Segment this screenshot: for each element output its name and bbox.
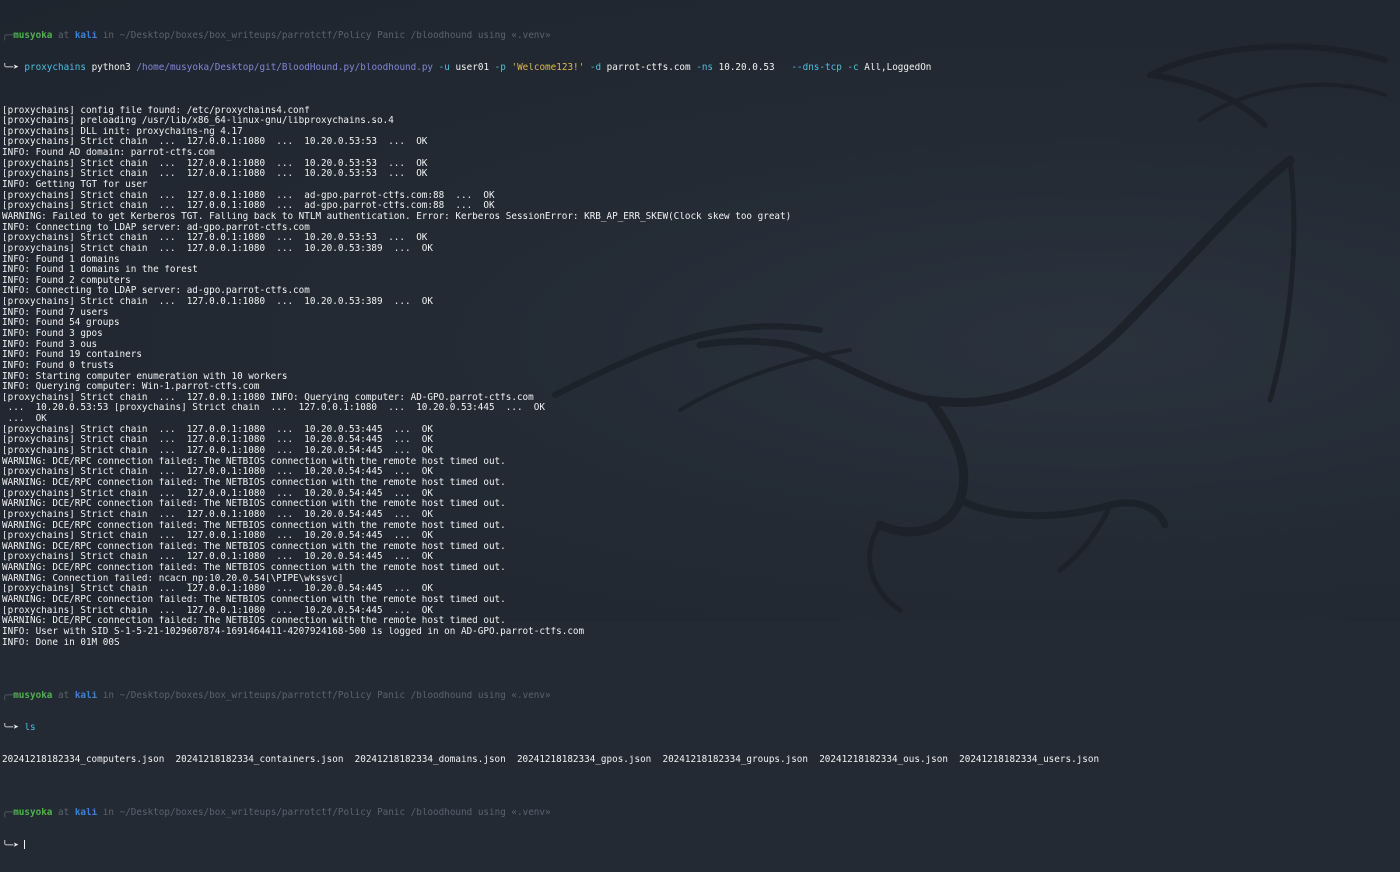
text-cursor [24,839,26,849]
output-line: [proxychains] Strict chain ... 127.0.0.1… [2,297,433,308]
output-line: INFO: Starting computer enumeration with… [2,371,288,382]
output-line: WARNING: DCE/RPC connection failed: The … [2,563,506,574]
output-line: WARNING: DCE/RPC connection failed: The … [2,477,506,488]
prompt-user: musyoka [13,30,53,41]
ls-output: 20241218182334_computers.json 2024121818… [2,754,1100,765]
output-line: INFO: Connecting to LDAP server: ad-gpo.… [2,286,310,297]
command-output: [proxychains] config file found: /etc/pr… [2,106,1398,649]
command-input-line[interactable]: ╰─➤ [2,839,1398,851]
output-line: [proxychains] DLL init: proxychains-ng 4… [2,126,243,137]
output-line: INFO: Done in 01M 00S [2,637,120,648]
output-line: INFO: Found 3 gpos [2,328,103,339]
prompt-line: ╭─musyoka at kali in ~/Desktop/boxes/box… [2,30,551,41]
output-line: INFO: Found 1 domains [2,254,120,265]
output-line: [proxychains] Strict chain ... 127.0.0.1… [2,233,428,244]
output-line: WARNING: DCE/RPC connection failed: The … [2,499,506,510]
output-line: [proxychains] config file found: /etc/pr… [2,105,310,116]
output-line: [proxychains] Strict chain ... 127.0.0.1… [2,243,433,254]
output-line: WARNING: DCE/RPC connection failed: The … [2,595,506,605]
prompt-line: ╭─musyoka at kali in ~/Desktop/boxes/box… [2,690,551,701]
output-line: [proxychains] Strict chain ... 127.0.0.1… [2,531,433,542]
output-line: [proxychains] Strict chain ... 127.0.0.1… [2,488,433,499]
output-line: [proxychains] Strict chain ... 127.0.0.1… [2,169,428,180]
prompt-host: kali [74,30,98,41]
output-line: [proxychains] Strict chain ... 127.0.0.1… [2,509,433,520]
output-line: WARNING: Connection failed: ncacn_np:10.… [2,573,344,584]
output-line: WARNING: Failed to get Kerberos TGT. Fal… [2,211,792,222]
output-line: [proxychains] Strict chain ... 127.0.0.1… [2,392,534,403]
command-line: ╰─➤ proxychains python3 /home/musyoka/De… [2,62,932,73]
output-line: INFO: Found 19 containers [2,350,142,361]
prompt-line: ╭─musyoka at kali in ~/Desktop/boxes/box… [2,808,551,818]
output-line: [proxychains] Strict chain ... 127.0.0.1… [2,158,428,169]
output-line: [proxychains] Strict chain ... 127.0.0.1… [2,190,495,201]
command-line: ╰─➤ ls [2,722,36,733]
output-line: WARNING: DCE/RPC connection failed: The … [2,520,506,531]
output-line: INFO: Found 3 ous [2,339,98,350]
output-line: ... OK [2,414,47,425]
output-line: [proxychains] preloading /usr/lib/x86_64… [2,116,394,127]
prompt-path: in ~/Desktop/boxes/box_writeups/parrotct… [102,30,551,41]
output-line: INFO: Found 0 trusts [2,360,114,371]
output-line: INFO: Found 54 groups [2,318,120,329]
output-line: [proxychains] Strict chain ... 127.0.0.1… [2,424,433,435]
output-line: INFO: Querying computer: Win-1.parrot-ct… [2,382,260,393]
output-line: [proxychains] Strict chain ... 127.0.0.1… [2,435,433,446]
output-line: ... 10.20.0.53:53 [proxychains] Strict c… [2,403,545,414]
terminal-output: ╭─musyoka at kali in ~/Desktop/boxes/box… [2,0,1398,872]
output-line: INFO: Found 2 computers [2,275,131,286]
output-line: INFO: Found AD domain: parrot-ctfs.com [2,148,215,159]
output-line: WARNING: DCE/RPC connection failed: The … [2,541,506,552]
output-line: [proxychains] Strict chain ... 127.0.0.1… [2,552,433,563]
output-line: INFO: Found 1 domains in the forest [2,265,198,276]
output-line: [proxychains] Strict chain ... 127.0.0.1… [2,584,433,595]
output-line: WARNING: DCE/RPC connection failed: The … [2,456,506,467]
terminal-window[interactable]: ╭─musyoka at kali in ~/Desktop/boxes/box… [0,0,1400,851]
output-line: INFO: Connecting to LDAP server: ad-gpo.… [2,222,310,233]
output-line: [proxychains] Strict chain ... 127.0.0.1… [2,446,433,457]
output-line: [proxychains] Strict chain ... 127.0.0.1… [2,467,433,478]
output-line: INFO: User with SID S-1-5-21-1029607874-… [2,626,585,637]
output-line: [proxychains] Strict chain ... 127.0.0.1… [2,201,495,212]
output-line: [proxychains] Strict chain ... 127.0.0.1… [2,605,433,616]
output-line: [proxychains] Strict chain ... 127.0.0.1… [2,137,428,148]
output-line: INFO: Getting TGT for user [2,180,148,191]
output-line: INFO: Found 7 users [2,307,109,318]
